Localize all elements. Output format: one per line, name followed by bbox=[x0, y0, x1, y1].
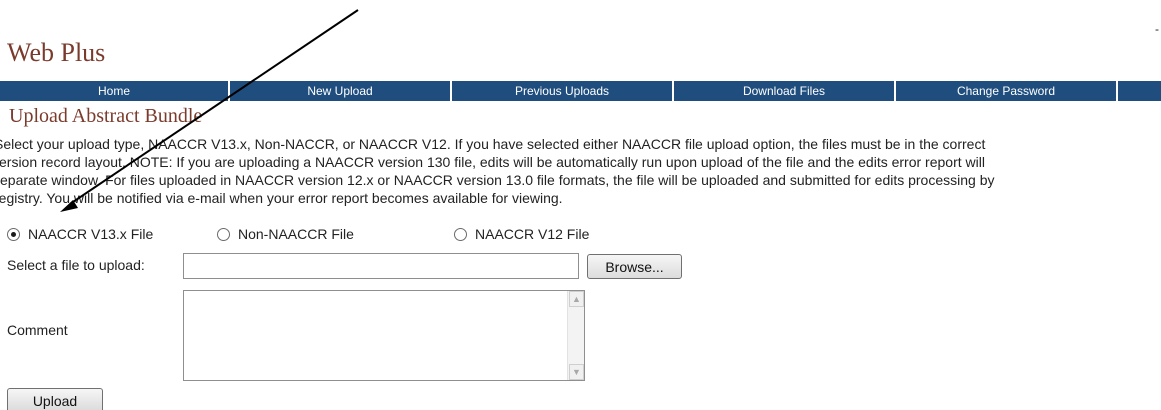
page-title: Upload Abstract Bundle bbox=[9, 105, 203, 127]
radio-naaccr-v13-label: NAACCR V13.x File bbox=[28, 226, 154, 242]
radio-naaccr-v12-label: NAACCR V12 File bbox=[475, 226, 590, 242]
radio-unchecked-icon[interactable] bbox=[217, 227, 230, 241]
upload-button[interactable]: Upload bbox=[7, 388, 103, 410]
radio-non-naaccr[interactable]: Non-NAACCR File bbox=[217, 224, 354, 244]
radio-non-naaccr-label: Non-NAACCR File bbox=[238, 226, 354, 242]
comment-scrollbar[interactable]: ▲ ▼ bbox=[567, 291, 584, 380]
nav-bar: Home New Upload Previous Uploads Downloa… bbox=[0, 81, 1161, 101]
file-path-input[interactable] bbox=[183, 253, 579, 279]
instructions-line: Select your upload type, NAACCR V13.x, N… bbox=[0, 136, 986, 152]
nav-item-home[interactable]: Home bbox=[0, 81, 230, 101]
nav-item-overflow[interactable] bbox=[1118, 81, 1161, 101]
radio-checked-icon[interactable] bbox=[7, 227, 20, 241]
radio-unchecked-icon[interactable] bbox=[454, 227, 467, 241]
scroll-up-arrow-icon[interactable]: ▲ bbox=[569, 291, 584, 307]
comment-label: Comment bbox=[7, 322, 68, 338]
scroll-down-arrow-icon[interactable]: ▼ bbox=[569, 364, 584, 380]
nav-item-new-upload[interactable]: New Upload bbox=[230, 81, 452, 101]
comment-textarea[interactable] bbox=[184, 291, 567, 380]
comment-box: ▲ ▼ bbox=[183, 290, 585, 381]
instructions-line: version record layout. NOTE: If you are … bbox=[0, 154, 985, 170]
file-upload-label: Select a file to upload: bbox=[7, 257, 145, 273]
instructions-line: registry. You will be notified via e-mai… bbox=[0, 190, 563, 206]
instructions-text: Select your upload type, NAACCR V13.x, N… bbox=[0, 135, 1161, 215]
instructions-line: separate window. For files uploaded in N… bbox=[0, 172, 995, 188]
top-right-mark: - bbox=[1155, 22, 1159, 36]
nav-item-change-password[interactable]: Change Password bbox=[896, 81, 1118, 101]
browse-button[interactable]: Browse... bbox=[587, 254, 682, 279]
nav-item-previous-uploads[interactable]: Previous Uploads bbox=[452, 81, 674, 101]
radio-naaccr-v13[interactable]: NAACCR V13.x File bbox=[7, 224, 153, 244]
nav-item-download-files[interactable]: Download Files bbox=[674, 81, 896, 101]
app-title: Web Plus bbox=[7, 38, 106, 67]
radio-naaccr-v12[interactable]: NAACCR V12 File bbox=[454, 224, 589, 244]
